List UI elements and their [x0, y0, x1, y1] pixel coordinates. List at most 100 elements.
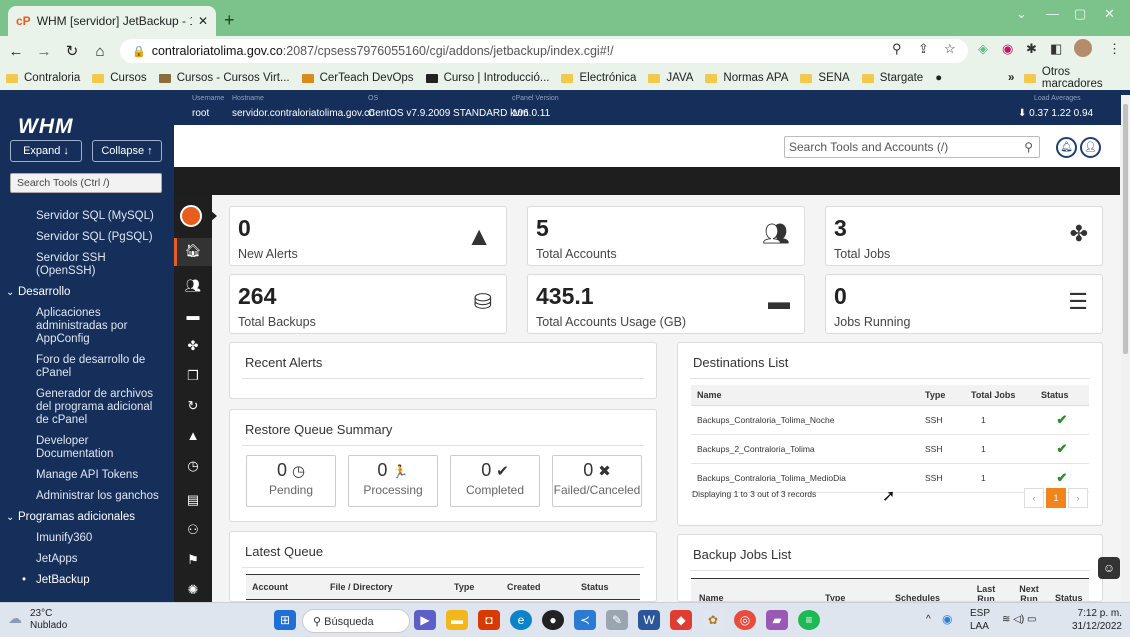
- col-status[interactable]: Status: [581, 582, 609, 592]
- app-icon[interactable]: ▰: [766, 610, 788, 630]
- sidebar-section[interactable]: ⌄ Desarrollo: [0, 282, 174, 303]
- queue-processing[interactable]: 0 🏃 Processing: [348, 455, 438, 507]
- expand-button[interactable]: Expand ↓: [10, 140, 82, 162]
- chevron-down-icon[interactable]: ⌄: [1016, 6, 1027, 22]
- home-icon[interactable]: 🏠︎: [174, 243, 212, 259]
- bookmark-sena[interactable]: SENA: [800, 72, 850, 84]
- col-type[interactable]: Type: [454, 582, 474, 592]
- bookmarks-more-button[interactable]: »: [1008, 72, 1014, 84]
- office-icon[interactable]: ◘: [478, 610, 500, 630]
- col-type[interactable]: Type: [919, 385, 965, 406]
- bookmark-curso[interactable]: Curso | Introducció...: [425, 72, 549, 84]
- prev-page-button[interactable]: ‹: [1024, 488, 1044, 508]
- sidebar-item[interactable]: Aplicaciones administradas por AppConfig: [0, 303, 174, 350]
- sidebar-item[interactable]: Servidor SQL (PgSQL): [0, 227, 174, 248]
- language[interactable]: ESP: [970, 608, 1000, 620]
- col-status[interactable]: Status: [1035, 385, 1089, 406]
- new-tab-button[interactable]: +: [224, 10, 235, 31]
- col-name[interactable]: Name: [699, 593, 724, 601]
- menu-icon[interactable]: ⋮: [1108, 41, 1121, 57]
- bookmark-certeach[interactable]: CerTeach DevOps: [301, 72, 414, 84]
- search-accounts-input[interactable]: Search Tools and Accounts (/) ⚲: [784, 136, 1040, 158]
- queue-failed[interactable]: 0 ✖ Failed/Canceled: [552, 455, 642, 507]
- windows-start-icon[interactable]: ⊞: [274, 610, 296, 630]
- taskbar-search[interactable]: ⚲ Búsqueda: [302, 609, 410, 633]
- chrome-icon[interactable]: ◎: [734, 610, 756, 630]
- file-explorer-icon[interactable]: ▬: [446, 610, 468, 630]
- word-icon[interactable]: W: [638, 610, 660, 630]
- col-account[interactable]: Account: [252, 582, 288, 592]
- spotify-icon[interactable]: ≡: [798, 610, 820, 630]
- obs-icon[interactable]: ●: [542, 610, 564, 630]
- col-created[interactable]: Created: [507, 582, 541, 592]
- sidebar-section[interactable]: ⌄ Programas adicionales: [0, 507, 174, 528]
- stat-total-accounts[interactable]: 5 Total Accounts 👥︎: [527, 206, 805, 266]
- sidebar-item[interactable]: Imunify360: [0, 528, 174, 549]
- profile-avatar[interactable]: [1074, 39, 1092, 57]
- sidepanel-icon[interactable]: ◧: [1050, 41, 1062, 57]
- stat-new-alerts[interactable]: 0 New Alerts ▲: [229, 206, 507, 266]
- wifi-volume-battery-icon[interactable]: ≋ ◁) ▭: [1002, 614, 1042, 626]
- cubes-icon[interactable]: ✤: [174, 338, 212, 354]
- bookmark-normas-apa[interactable]: Normas APA: [705, 72, 788, 84]
- clock-date[interactable]: 31/12/2022: [1052, 621, 1122, 633]
- vscode-icon[interactable]: ≺: [574, 610, 596, 630]
- stat-jobs-running[interactable]: 0 Jobs Running ☰: [825, 274, 1103, 334]
- queue-pending[interactable]: 0 ◷ Pending: [246, 455, 336, 507]
- col-status[interactable]: Status: [1055, 593, 1083, 601]
- browser-tab[interactable]: cP WHM [servidor] JetBackup - 106 ✕: [8, 6, 216, 36]
- star-icon[interactable]: ☆: [944, 41, 956, 57]
- flag-icon[interactable]: ⚑: [174, 552, 212, 568]
- stat-total-jobs[interactable]: 3 Total Jobs ✤: [825, 206, 1103, 266]
- col-file[interactable]: File / Directory: [330, 582, 393, 592]
- table-row[interactable]: Backups_2_Contraloria_Tolima SSH 1 ✔: [691, 434, 1089, 464]
- folder-icon[interactable]: ▬: [174, 308, 212, 323]
- chevron-up-icon[interactable]: ^: [926, 614, 931, 626]
- refresh-icon[interactable]: ↻: [174, 398, 212, 414]
- anydesk-icon[interactable]: ◆: [670, 610, 692, 630]
- weather-widget[interactable]: ☁ 23°C Nublado: [8, 608, 67, 632]
- zoom-icon[interactable]: ⚲: [892, 41, 902, 57]
- back-icon[interactable]: ←: [4, 43, 28, 60]
- support-icon[interactable]: ✺: [174, 582, 212, 598]
- stat-accounts-usage[interactable]: 435.1 Total Accounts Usage (GB) ▬: [527, 274, 805, 334]
- jetbackup-logo-icon[interactable]: [180, 205, 202, 227]
- search-tools-input[interactable]: Search Tools (Ctrl /): [10, 173, 162, 193]
- github-icon[interactable]: ●: [935, 72, 942, 84]
- keyboard-layout[interactable]: LAA: [970, 621, 1000, 633]
- home-icon[interactable]: ⌂: [88, 43, 112, 60]
- minimize-button[interactable]: —: [1046, 6, 1059, 21]
- clock-time[interactable]: 7:12 p. m.: [1052, 608, 1122, 620]
- notifications-icon[interactable]: 🔔︎: [1056, 137, 1077, 158]
- bookmark-stargate[interactable]: Stargate: [861, 72, 923, 84]
- bookmark-java[interactable]: JAVA: [648, 72, 693, 84]
- forward-icon[interactable]: →: [32, 43, 56, 60]
- users-icon[interactable]: 👥︎: [174, 278, 212, 294]
- file-icon[interactable]: ▤: [174, 492, 212, 508]
- other-bookmarks[interactable]: Otros marcadores: [1042, 66, 1130, 90]
- col-total-jobs[interactable]: Total Jobs: [965, 385, 1035, 406]
- col-schedules[interactable]: Schedules: [895, 593, 940, 601]
- col-type[interactable]: Type: [825, 593, 845, 601]
- close-window-button[interactable]: ✕: [1104, 6, 1115, 22]
- edge-icon[interactable]: e: [510, 610, 532, 630]
- sidebar-item[interactable]: Foro de desarrollo de cPanel: [0, 350, 174, 384]
- col-next-run[interactable]: Next Run: [1017, 584, 1041, 601]
- chat-widget-icon[interactable]: ☺: [1098, 557, 1120, 579]
- bookmark-cursos-virt[interactable]: Cursos - Cursos Virt...: [158, 72, 290, 84]
- close-tab-icon[interactable]: ✕: [198, 14, 208, 28]
- extensions-puzzle-icon[interactable]: ✱: [1026, 41, 1037, 57]
- sidebar-item[interactable]: JetApps: [0, 549, 174, 570]
- sidebar-item[interactable]: Developer Documentation: [0, 431, 174, 465]
- bookmark-cursos[interactable]: Cursos: [92, 72, 147, 84]
- sidebar-item[interactable]: Manage API Tokens: [0, 465, 174, 486]
- editor-icon[interactable]: ✎: [606, 610, 628, 630]
- col-name[interactable]: Name: [691, 385, 919, 406]
- next-page-button[interactable]: ›: [1068, 488, 1088, 508]
- extension-2-icon[interactable]: ◉: [1002, 41, 1013, 57]
- copy-icon[interactable]: ❐: [174, 368, 212, 384]
- reload-icon[interactable]: ↻: [60, 42, 84, 60]
- table-row[interactable]: Backups_Contraloria_Tolima_Noche SSH 1 ✔: [691, 405, 1089, 435]
- warning-icon[interactable]: ▲: [174, 428, 212, 443]
- stat-total-backups[interactable]: 264 Total Backups ⛁: [229, 274, 507, 334]
